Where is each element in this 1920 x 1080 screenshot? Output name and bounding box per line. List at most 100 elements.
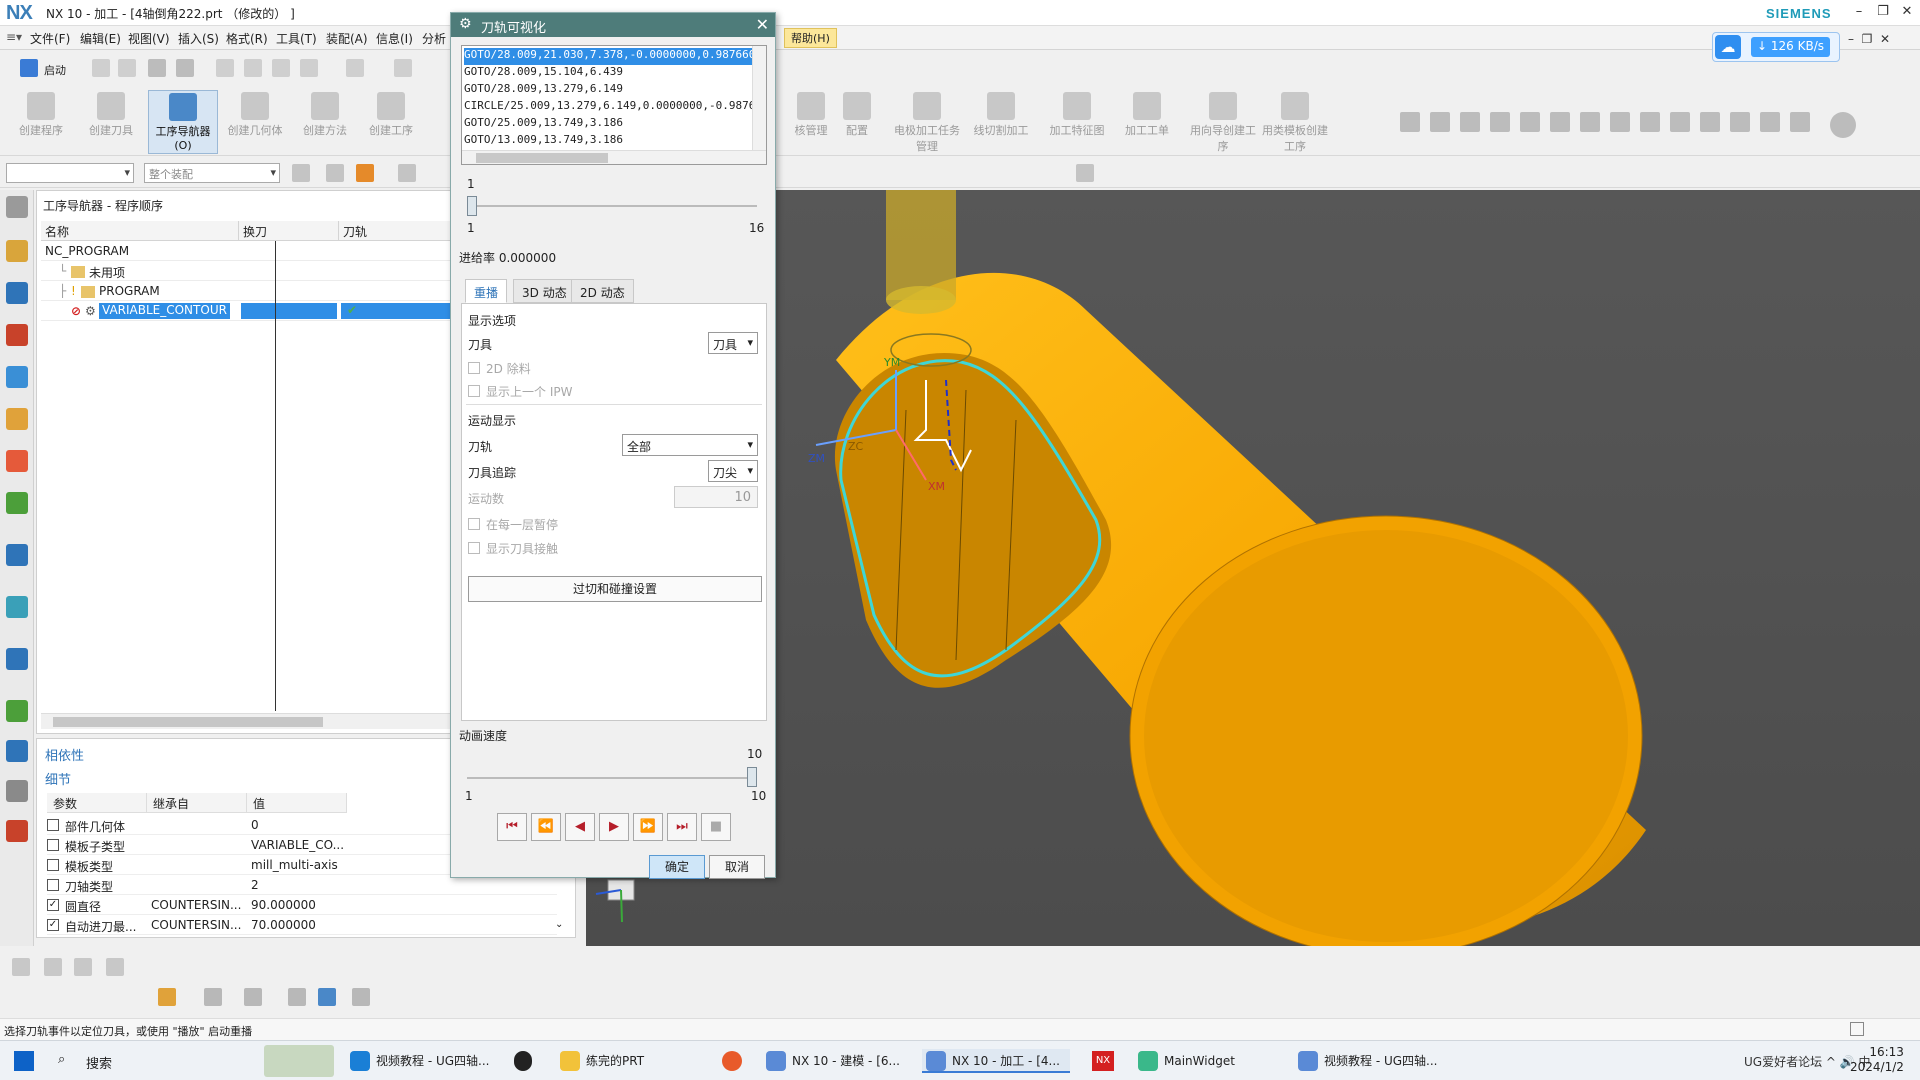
- scroll-down-icon[interactable]: ⌄: [555, 919, 563, 930]
- display-icon-2[interactable]: [1430, 112, 1450, 132]
- step-back-button[interactable]: ⏪: [531, 813, 561, 841]
- row-checkbox[interactable]: [47, 819, 59, 831]
- snap-icon-3[interactable]: [398, 164, 416, 182]
- row-checkbox[interactable]: [47, 859, 59, 871]
- details-header[interactable]: 细节: [45, 769, 71, 788]
- menu-view[interactable]: 视图(V): [128, 30, 170, 47]
- step-forward-button[interactable]: ⏩: [633, 813, 663, 841]
- display-icon-1[interactable]: [1400, 112, 1420, 132]
- tree-row-nc-program[interactable]: NC_PROGRAM: [41, 241, 453, 261]
- clock-icon[interactable]: [6, 648, 28, 670]
- delete-icon[interactable]: [300, 59, 318, 77]
- display-icon-4[interactable]: [1490, 112, 1510, 132]
- display-icon-5[interactable]: [1520, 112, 1540, 132]
- tool-icon-2[interactable]: [44, 958, 62, 976]
- machine-tool-navigator-icon[interactable]: [6, 408, 28, 430]
- grid-icon[interactable]: [1076, 164, 1094, 182]
- dependencies-header[interactable]: 相依性: [45, 745, 84, 764]
- motion-count-input[interactable]: 10: [674, 486, 758, 508]
- row-checkbox-checked[interactable]: ✓: [47, 919, 59, 931]
- menu-format[interactable]: 格式(R): [226, 30, 268, 47]
- feature-map-button[interactable]: 加工特征图: [1042, 90, 1112, 154]
- graphics-viewport[interactable]: ZM ZC YM XM: [586, 190, 1920, 950]
- part-navigator-icon[interactable]: [6, 324, 28, 346]
- navigator-scroll-thumb[interactable]: [53, 717, 323, 727]
- display-icon-10[interactable]: [1670, 112, 1690, 132]
- tab-3d-dynamic[interactable]: 3D 动态: [513, 279, 576, 303]
- rewind-to-start-button[interactable]: ⏮: [497, 813, 527, 841]
- show-contact-checkbox[interactable]: [468, 542, 480, 554]
- new-file-icon[interactable]: [92, 59, 110, 77]
- wire-edm-button[interactable]: 线切割加工: [966, 90, 1036, 154]
- open-file-icon[interactable]: [118, 59, 136, 77]
- tool-trace-select[interactable]: 刀尖: [708, 460, 758, 482]
- csys-icon[interactable]: [244, 988, 262, 1006]
- row-checkbox[interactable]: [47, 879, 59, 891]
- render-style-icon[interactable]: [1830, 112, 1856, 138]
- operation-navigator-tab-icon[interactable]: [6, 366, 28, 388]
- cancel-button[interactable]: 取消: [709, 855, 765, 879]
- path-display-select[interactable]: 全部: [622, 434, 758, 456]
- snap-icon-2[interactable]: [326, 164, 344, 182]
- clock[interactable]: 16:13 2024/1/2: [1850, 1045, 1904, 1075]
- menu-assembly[interactable]: 装配(A): [326, 30, 368, 47]
- fast-forward-to-end-button[interactable]: ⏭: [667, 813, 697, 841]
- snap-icon-1[interactable]: [292, 164, 310, 182]
- paste-icon[interactable]: [272, 59, 290, 77]
- detail-row[interactable]: 刀轴类型 2: [47, 875, 557, 895]
- network-speed-widget[interactable]: ☁ ↓ 126 KB/s: [1712, 32, 1840, 62]
- fullscreen-icon[interactable]: [1850, 1022, 1864, 1036]
- menu-file[interactable]: 文件(F): [30, 30, 70, 47]
- path-line[interactable]: GOTO/13.009,13.749,3.186: [464, 133, 623, 150]
- wcs-icon[interactable]: [158, 988, 176, 1006]
- start-icon[interactable]: [20, 59, 38, 77]
- row-checkbox-checked[interactable]: ✓: [47, 899, 59, 911]
- display-icon-13[interactable]: [1760, 112, 1780, 132]
- row-checkbox[interactable]: [47, 839, 59, 851]
- constraint-navigator-icon[interactable]: [6, 282, 28, 304]
- prev-ipw-checkbox[interactable]: [468, 385, 480, 397]
- taskbar-video-2[interactable]: 视频教程 - UG四轴...: [1294, 1049, 1438, 1073]
- display-icon-14[interactable]: [1790, 112, 1810, 132]
- role-icon[interactable]: [6, 820, 28, 842]
- gouge-collision-settings-button[interactable]: 过切和碰撞设置: [468, 576, 762, 602]
- create-program-button[interactable]: 创建程序: [6, 90, 76, 154]
- path-line[interactable]: GOTO/28.009,21.030,7.378,-0.0000000,0.98…: [464, 48, 766, 65]
- restore-button[interactable]: ❐: [1872, 4, 1894, 22]
- reuse-library-icon[interactable]: [6, 450, 28, 472]
- search-icon[interactable]: ⌕: [58, 1052, 65, 1067]
- detail-row[interactable]: ✓ 自动进刀最... COUNTERSIN... 70.000000: [47, 915, 557, 935]
- settings-gear-icon[interactable]: [6, 196, 28, 218]
- cut-icon[interactable]: [216, 59, 234, 77]
- taskbar-search[interactable]: 搜索: [86, 1053, 112, 1072]
- anim-speed-thumb[interactable]: [747, 767, 757, 787]
- tab-replay[interactable]: 重播: [465, 279, 508, 303]
- display-icon-3[interactable]: [1460, 112, 1480, 132]
- display-icon-8[interactable]: [1610, 112, 1630, 132]
- palette-icon[interactable]: [6, 700, 28, 722]
- library-icon[interactable]: [6, 492, 28, 514]
- display-icon-6[interactable]: [1550, 112, 1570, 132]
- taskbar-mainwidget[interactable]: MainWidget: [1134, 1049, 1235, 1073]
- display-icon-11[interactable]: [1700, 112, 1720, 132]
- taskbar-edge-video[interactable]: 视频教程 - UG四轴...: [346, 1049, 490, 1073]
- repeat-command-icon[interactable]: [394, 59, 412, 77]
- play-button[interactable]: ▶: [599, 813, 629, 841]
- save-icon[interactable]: [148, 59, 166, 77]
- tool-icon-3[interactable]: [74, 958, 92, 976]
- stop-button[interactable]: ■: [701, 813, 731, 841]
- menu-edit[interactable]: 编辑(E): [80, 30, 121, 47]
- anim-speed-track[interactable]: [467, 777, 757, 779]
- tree-row-unused[interactable]: └ 未用项: [41, 261, 453, 281]
- menu-insert[interactable]: 插入(S): [178, 30, 219, 47]
- tool-display-select[interactable]: 刀具: [708, 332, 758, 354]
- system-materials-icon[interactable]: [6, 740, 28, 762]
- work-order-button[interactable]: 加工工单: [1112, 90, 1182, 154]
- print-icon[interactable]: [176, 59, 194, 77]
- dialog-titlebar[interactable]: ⚙ 刀轨可视化 ✕: [451, 13, 775, 37]
- path-listing[interactable]: GOTO/28.009,21.030,7.378,-0.0000000,0.98…: [461, 45, 767, 165]
- template-operation-button[interactable]: 用类模板创建工序: [1260, 90, 1330, 154]
- column-name-header[interactable]: 名称: [41, 221, 239, 241]
- column-tool-change-header[interactable]: 换刀: [239, 221, 339, 241]
- doc-window-controls[interactable]: – ❐ ✕: [1848, 32, 1890, 46]
